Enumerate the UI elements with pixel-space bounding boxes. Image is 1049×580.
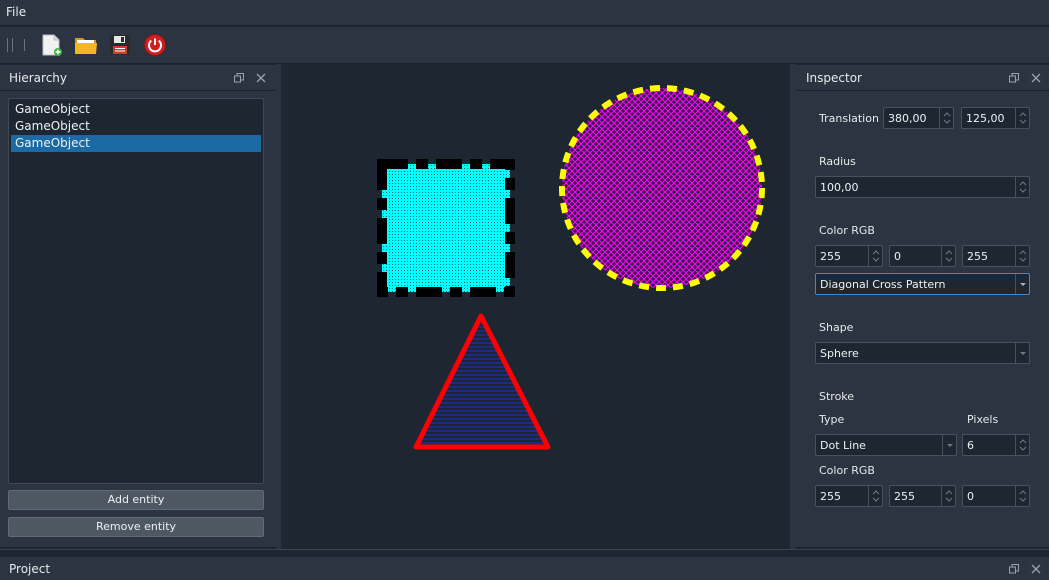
radius-label: Radius (819, 155, 856, 168)
stroke-type-dropdown[interactable]: Dot Line (815, 434, 957, 456)
spin-arrows-icon[interactable] (939, 108, 953, 128)
power-button[interactable] (142, 32, 168, 58)
stroke-color-label: Color RGB (819, 464, 875, 477)
spin-arrows-icon[interactable] (941, 246, 955, 266)
spin-arrows-icon[interactable] (941, 486, 955, 506)
open-folder-button[interactable] (73, 32, 99, 58)
translation-label: Translation (819, 112, 879, 125)
scene-canvas[interactable] (281, 66, 790, 547)
shape-value: Sphere (820, 347, 859, 360)
spin-arrows-icon[interactable] (1015, 435, 1029, 455)
hierarchy-panel: GameObject GameObject GameObject Add ent… (0, 91, 276, 547)
square-shape[interactable] (377, 159, 515, 297)
toolbar-grip-icon[interactable] (7, 38, 13, 52)
color-r-spinbox[interactable]: 255 (815, 245, 883, 267)
spin-arrows-icon[interactable] (868, 246, 882, 266)
new-file-icon (42, 34, 62, 56)
color-r-value: 255 (820, 250, 841, 263)
circle-shape[interactable] (559, 85, 765, 291)
fill-pattern-value: Diagonal Cross Pattern (820, 278, 946, 291)
menubar: File (0, 0, 1049, 26)
shape-label: Shape (819, 321, 854, 334)
stroke-pixels-value: 6 (967, 439, 974, 452)
stroke-b-value: 0 (967, 490, 974, 503)
spin-arrows-icon[interactable] (1015, 177, 1029, 197)
radius-value: 100,00 (820, 181, 859, 194)
float-icon[interactable] (233, 72, 245, 84)
spin-arrows-icon[interactable] (1015, 486, 1029, 506)
inspector-panel: Translation 380,00 125,00 Radius 100,00 … (796, 91, 1049, 547)
stroke-r-spinbox[interactable]: 255 (815, 485, 883, 507)
menu-file[interactable]: File (6, 5, 26, 19)
translation-x-spinbox[interactable]: 380,00 (883, 107, 954, 129)
list-item[interactable]: GameObject (11, 118, 261, 135)
radius-spinbox[interactable]: 100,00 (815, 176, 1030, 198)
toolbar-separator (24, 39, 25, 51)
open-folder-icon (75, 38, 97, 54)
close-icon[interactable] (1030, 72, 1042, 84)
stroke-g-spinbox[interactable]: 255 (889, 485, 956, 507)
color-b-spinbox[interactable]: 255 (962, 245, 1030, 267)
float-icon[interactable] (1008, 72, 1020, 84)
inspector-titlebar: Inspector (796, 65, 1049, 91)
spin-arrows-icon[interactable] (1015, 246, 1029, 266)
stroke-r-value: 255 (820, 490, 841, 503)
color-b-value: 255 (967, 250, 988, 263)
stroke-b-spinbox[interactable]: 0 (962, 485, 1030, 507)
save-icon (110, 35, 130, 55)
stroke-pixels-label: Pixels (967, 413, 999, 426)
color-g-spinbox[interactable]: 0 (889, 245, 956, 267)
triangle-shape[interactable] (413, 313, 551, 450)
stroke-type-label: Type (819, 413, 845, 426)
bottom-splitter[interactable] (0, 549, 1049, 556)
add-entity-button[interactable]: Add entity (8, 490, 264, 510)
chevron-down-icon[interactable] (942, 435, 956, 455)
remove-entity-button[interactable]: Remove entity (8, 517, 264, 537)
color-label: Color RGB (819, 224, 875, 237)
spin-arrows-icon[interactable] (1015, 108, 1029, 128)
translation-y-value: 125,00 (966, 112, 1005, 125)
chevron-down-icon[interactable] (1015, 343, 1029, 363)
spin-arrows-icon[interactable] (868, 486, 882, 506)
save-button[interactable] (107, 32, 133, 58)
stroke-type-value: Dot Line (820, 439, 866, 452)
stroke-g-value: 255 (894, 490, 915, 503)
toolbar (0, 27, 1049, 64)
stroke-label: Stroke (819, 390, 855, 403)
close-icon[interactable] (255, 72, 267, 84)
hierarchy-list[interactable]: GameObject GameObject GameObject (8, 98, 264, 484)
float-icon[interactable] (1008, 563, 1020, 575)
color-g-value: 0 (894, 250, 901, 263)
fill-pattern-dropdown[interactable]: Diagonal Cross Pattern (815, 273, 1030, 295)
hierarchy-title: Hierarchy (9, 71, 68, 85)
close-icon[interactable] (1030, 563, 1042, 575)
project-titlebar: Project (0, 557, 1049, 580)
list-item[interactable]: GameObject (11, 101, 261, 118)
new-file-button[interactable] (38, 32, 64, 58)
chevron-down-icon[interactable] (1015, 274, 1029, 294)
stroke-pixels-spinbox[interactable]: 6 (962, 434, 1030, 456)
list-item-selected[interactable]: GameObject (11, 135, 261, 152)
hierarchy-titlebar: Hierarchy (0, 65, 276, 91)
project-title: Project (9, 562, 51, 576)
power-icon (144, 34, 166, 56)
translation-y-spinbox[interactable]: 125,00 (961, 107, 1030, 129)
inspector-title: Inspector (806, 71, 862, 85)
shape-dropdown[interactable]: Sphere (815, 342, 1030, 364)
translation-x-value: 380,00 (888, 112, 927, 125)
